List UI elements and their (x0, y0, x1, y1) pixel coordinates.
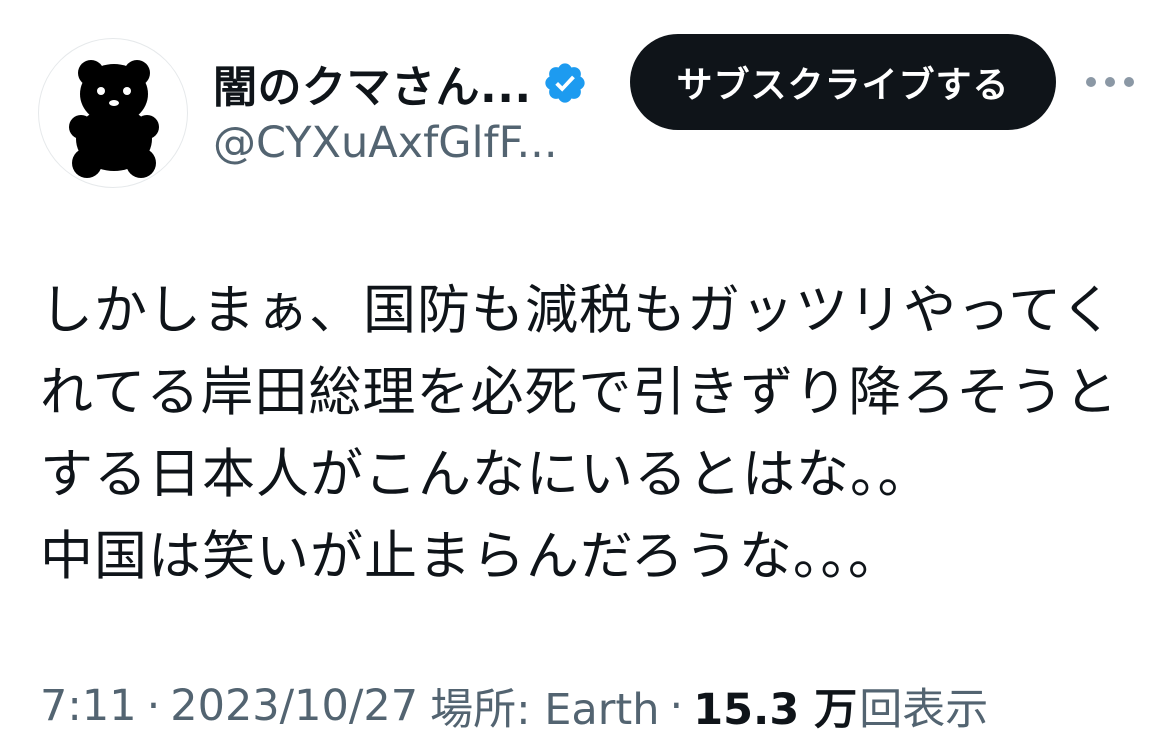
avatar[interactable] (38, 38, 188, 188)
tweet-line: しかしまぁ、国防も減税もガッツリやってく (40, 280, 1115, 341)
verified-badge-icon[interactable] (542, 60, 588, 106)
display-name[interactable]: 闇のクマさん... (213, 51, 532, 115)
black-bear-silhouette-icon (69, 60, 159, 178)
tweet-date[interactable]: 2023/10/27 (170, 681, 418, 731)
views-count[interactable]: 15.3 万 (693, 675, 857, 737)
more-dot (1124, 77, 1134, 87)
tweet-location: 場所: Earth (430, 685, 660, 735)
tweet-line: 中国は笑いが止まらんだろうな。。。 (40, 526, 902, 587)
meta-separator: · (146, 681, 161, 731)
views-label: 回表示 (859, 685, 989, 735)
tweet-line: れてる岸田総理を必死で引きずり降ろそうと (40, 362, 1119, 423)
tweet-line: する日本人がこんなにいるとはな。。 (40, 444, 932, 505)
meta-separator: · (669, 681, 684, 731)
author-handle[interactable]: @CYXuAxfGlfF... (213, 118, 557, 168)
more-dot (1086, 77, 1096, 87)
subscribe-button[interactable]: サブスクライブする (630, 34, 1056, 130)
tweet-time[interactable]: 7:11 (40, 681, 137, 731)
more-options-icon[interactable] (1086, 62, 1134, 102)
tweet-text: しかしまぁ、国防も減税もガッツリやってく れてる岸田総理を必死で引きずり降ろそう… (40, 270, 1130, 598)
more-dot (1105, 77, 1115, 87)
author-name-row[interactable]: 闇のクマさん... (213, 52, 588, 114)
tweet-meta: 7:11 · 2023/10/27 場所: Earth · 15.3 万 回表示 (40, 676, 988, 736)
